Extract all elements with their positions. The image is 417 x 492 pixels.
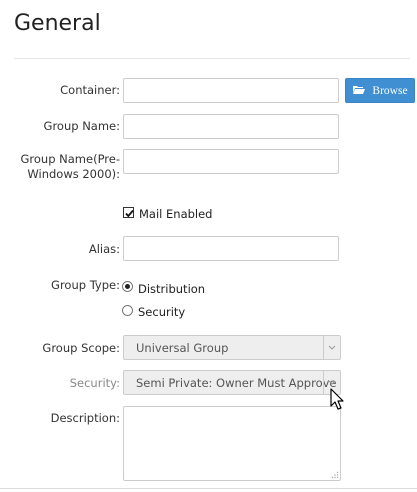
mouse-cursor-icon [330,388,344,410]
security-value: Semi Private: Owner Must Approve [136,376,337,390]
group-name-label: Group Name: [43,119,120,133]
description-label: Description: [50,411,120,425]
container-label: Container: [60,83,120,97]
page-title: General [14,11,101,36]
resize-handle-icon[interactable] [331,471,339,479]
alias-input[interactable] [123,236,339,261]
group-scope-select[interactable]: Universal Group [123,335,341,360]
group-scope-label: Group Scope: [42,341,120,355]
group-type-security-radio[interactable] [122,305,133,316]
group-name-pre2000-label: Group Name(Pre- Windows 2000): [20,152,120,182]
mail-enabled-checkbox[interactable] [123,207,134,218]
radio-selected-dot [125,284,130,289]
group-name-pre2000-label-line2: Windows 2000): [27,167,120,181]
group-scope-value: Universal Group [136,341,229,355]
browse-label: Browse [372,84,408,97]
group-type-label: Group Type: [51,278,120,292]
description-textarea[interactable] [123,406,341,481]
alias-label: Alias: [88,242,120,256]
chevron-down-icon [328,345,336,350]
group-name-input[interactable] [123,114,339,139]
checkmark-icon [125,209,134,218]
mail-enabled-label: Mail Enabled [139,207,213,221]
group-type-distribution-label: Distribution [138,282,206,296]
container-input[interactable] [123,78,339,103]
security-label: Security: [69,376,120,390]
group-type-distribution-radio[interactable] [122,281,133,292]
group-type-security-label: Security [138,305,186,319]
title-divider [14,58,410,59]
group-name-pre2000-label-line1: Group Name(Pre- [20,152,120,166]
bottom-divider [0,488,417,489]
browse-button[interactable]: Browse [345,78,415,103]
security-select[interactable]: Semi Private: Owner Must Approve [123,370,341,395]
group-name-pre2000-input[interactable] [123,149,339,174]
folder-open-icon [352,84,366,98]
